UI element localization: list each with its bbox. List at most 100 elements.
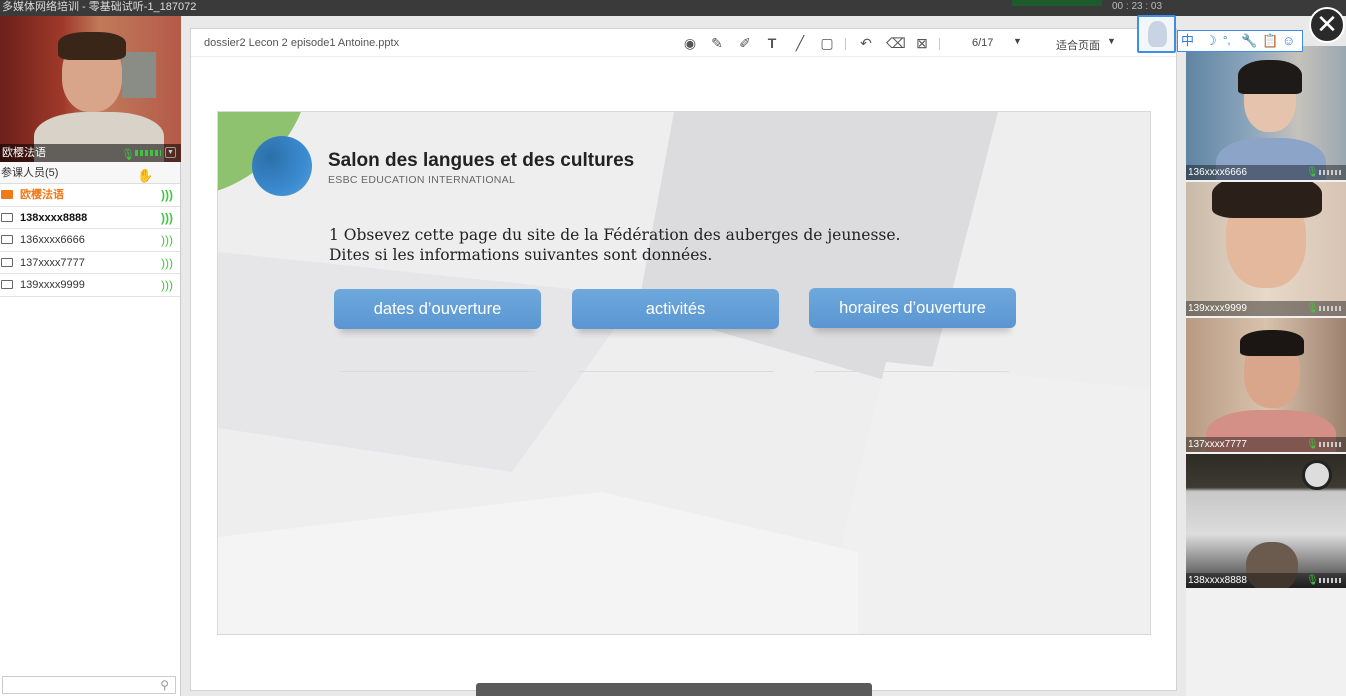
speaker-icon[interactable]: ))) (161, 252, 173, 274)
monitor-icon (1, 212, 13, 222)
chevron-down-icon[interactable]: ▼ (1013, 36, 1022, 46)
ime-toolbar[interactable]: 中 ☽ °, 🔧 📋 ☺ (1177, 30, 1303, 52)
chevron-down-icon[interactable]: ▼ (165, 147, 176, 158)
document-viewer: dossier2 Lecon 2 episode1 Antoine.pptx ◉… (190, 28, 1177, 691)
left-panel: 欧樱法语 🎙 ▼ 参课人员(5) ✋ 欧樱法语 ))) 138xxxx8888 … (0, 16, 181, 696)
participant-video[interactable]: 139xxxx9999 🎙 (1186, 182, 1346, 316)
member-label: 138xxxx8888 (20, 211, 88, 224)
rectangle-tool-icon[interactable]: ▢ (819, 35, 835, 51)
moon-icon[interactable]: ☽ (1205, 31, 1217, 51)
background-shape (218, 252, 638, 472)
fit-mode-select[interactable]: 适合页面 (1056, 37, 1100, 53)
members-count-label: 参课人员(5) (1, 167, 59, 179)
page-indicator[interactable]: 6/17 (972, 37, 993, 49)
viewer-toolbar: dossier2 Lecon 2 episode1 Antoine.pptx ◉… (191, 29, 1176, 57)
participant-name: 137xxxx7777 (1188, 439, 1247, 450)
wrench-icon[interactable]: 🔧 (1241, 31, 1257, 51)
chevron-down-icon[interactable]: ▼ (1107, 36, 1116, 46)
text-tool-icon[interactable]: T (764, 35, 780, 51)
members-header: 参课人员(5) ✋ (0, 162, 180, 184)
pen-icon[interactable]: ✎ (709, 35, 725, 51)
volume-level (1319, 442, 1343, 447)
member-label: 欧樱法语 (20, 189, 64, 201)
bottom-control-bar[interactable] (476, 683, 872, 696)
slide-title: Salon des langues et des cultures (328, 150, 635, 171)
member-search-input[interactable]: ⚲ (2, 676, 176, 694)
speaker-icon[interactable]: ))) (161, 207, 173, 229)
video-figure-hair (58, 32, 126, 60)
clear-icon[interactable]: ⊠ (914, 35, 930, 51)
mic-icon[interactable]: 🎙 (1306, 301, 1319, 316)
teacher-video-name: 欧樱法语 (2, 147, 46, 159)
video-figure-hair (1240, 330, 1304, 356)
member-row[interactable]: 139xxxx9999 ))) (0, 274, 180, 297)
window-titlebar: 多媒体网络培训 - 零基础试听-1_187072 00 : 23 : 03 (0, 0, 1346, 16)
member-row-teacher[interactable]: 欧樱法语 ))) (0, 184, 180, 207)
slide-instruction: 1 Obsevez cette page du site de la Fédér… (329, 226, 901, 264)
teacher-video-label: 欧樱法语 🎙 ▼ (0, 144, 181, 162)
option-button[interactable]: activités (572, 289, 779, 329)
recording-indicator (1012, 0, 1102, 6)
slide-subtitle: ESBC EDUCATION INTERNATIONAL (328, 174, 516, 186)
ime-mode-label[interactable]: 中 (1181, 31, 1194, 51)
line-tool-icon[interactable]: ╱ (792, 35, 808, 51)
participant-name: 138xxxx8888 (1188, 575, 1247, 586)
mic-icon[interactable]: 🎙 (1306, 165, 1319, 180)
answer-line (578, 371, 774, 372)
video-figure-hair (1238, 60, 1302, 94)
smiley-icon[interactable]: ☺ (1282, 31, 1295, 51)
teacher-icon (1, 190, 13, 199)
mic-icon[interactable]: 🎙 (121, 146, 135, 162)
document-filename: dossier2 Lecon 2 episode1 Antoine.pptx (204, 37, 400, 49)
monitor-icon (1, 280, 13, 289)
volume-level (1319, 578, 1343, 583)
member-row[interactable]: 138xxxx8888 ))) (0, 207, 180, 229)
user-avatar[interactable] (1137, 15, 1176, 53)
participant-video-label: 139xxxx9999 🎙 (1186, 301, 1346, 316)
penguin-icon (1148, 21, 1167, 47)
toolbar-divider (845, 38, 846, 50)
speaker-icon[interactable]: ))) (161, 184, 173, 206)
participant-video[interactable]: 138xxxx8888 🎙 (1186, 454, 1346, 588)
participant-video-label: 137xxxx7777 🎙 (1186, 437, 1346, 452)
session-timer: 00 : 23 : 03 (1112, 1, 1163, 12)
option-button[interactable]: horaires d’ouverture (809, 288, 1016, 328)
participant-name: 136xxxx6666 (1188, 167, 1247, 178)
participant-video-label: 136xxxx6666 🎙 (1186, 165, 1346, 180)
undo-icon[interactable]: ↶ (858, 35, 874, 51)
window-title: 多媒体网络培训 - 零基础试听-1_187072 (2, 1, 197, 13)
participant-video[interactable]: 137xxxx7777 🎙 (1186, 318, 1346, 452)
speaker-icon[interactable]: ))) (161, 274, 173, 296)
eraser-icon[interactable]: ⌫ (886, 35, 906, 51)
mic-icon[interactable]: 🎙 (1306, 437, 1319, 452)
volume-level (1319, 170, 1343, 175)
teacher-video[interactable]: 欧樱法语 🎙 ▼ (0, 16, 181, 162)
participant-name: 139xxxx9999 (1188, 303, 1247, 314)
volume-level (135, 150, 161, 156)
answer-line (815, 371, 1009, 372)
participant-video[interactable]: 136xxxx6666 🎙 (1186, 46, 1346, 180)
background-shape (218, 492, 858, 634)
volume-level (1319, 306, 1343, 311)
participant-video-label: 138xxxx8888 🎙 (1186, 573, 1346, 588)
video-figure-hair (1212, 182, 1322, 218)
record-icon[interactable]: ◉ (682, 35, 698, 51)
search-icon[interactable]: ⚲ (160, 678, 169, 692)
participant-video-column: 136xxxx6666 🎙 139xxxx9999 🎙 137xxxx7777 … (1186, 46, 1346, 696)
punctuation-icon[interactable]: °, (1223, 31, 1230, 51)
clipboard-icon[interactable]: 📋 (1262, 31, 1278, 51)
member-row[interactable]: 136xxxx6666 ))) (0, 229, 180, 252)
mic-icon[interactable]: 🎙 (1306, 573, 1319, 588)
member-row[interactable]: 137xxxx7777 ))) (0, 252, 180, 274)
close-icon[interactable]: ✕ (1309, 7, 1345, 43)
toolbar-divider (939, 38, 940, 50)
speaker-icon[interactable]: ))) (161, 229, 173, 251)
presentation-slide: Salon des langues et des cultures ESBC E… (217, 111, 1151, 635)
member-label: 139xxxx9999 (20, 279, 85, 291)
member-label: 137xxxx7777 (20, 256, 85, 269)
clock-icon (1302, 460, 1332, 490)
highlighter-icon[interactable]: ✐ (737, 35, 753, 51)
option-button[interactable]: dates d’ouverture (334, 289, 541, 329)
monitor-icon (1, 257, 13, 267)
wall-poster (122, 52, 156, 98)
